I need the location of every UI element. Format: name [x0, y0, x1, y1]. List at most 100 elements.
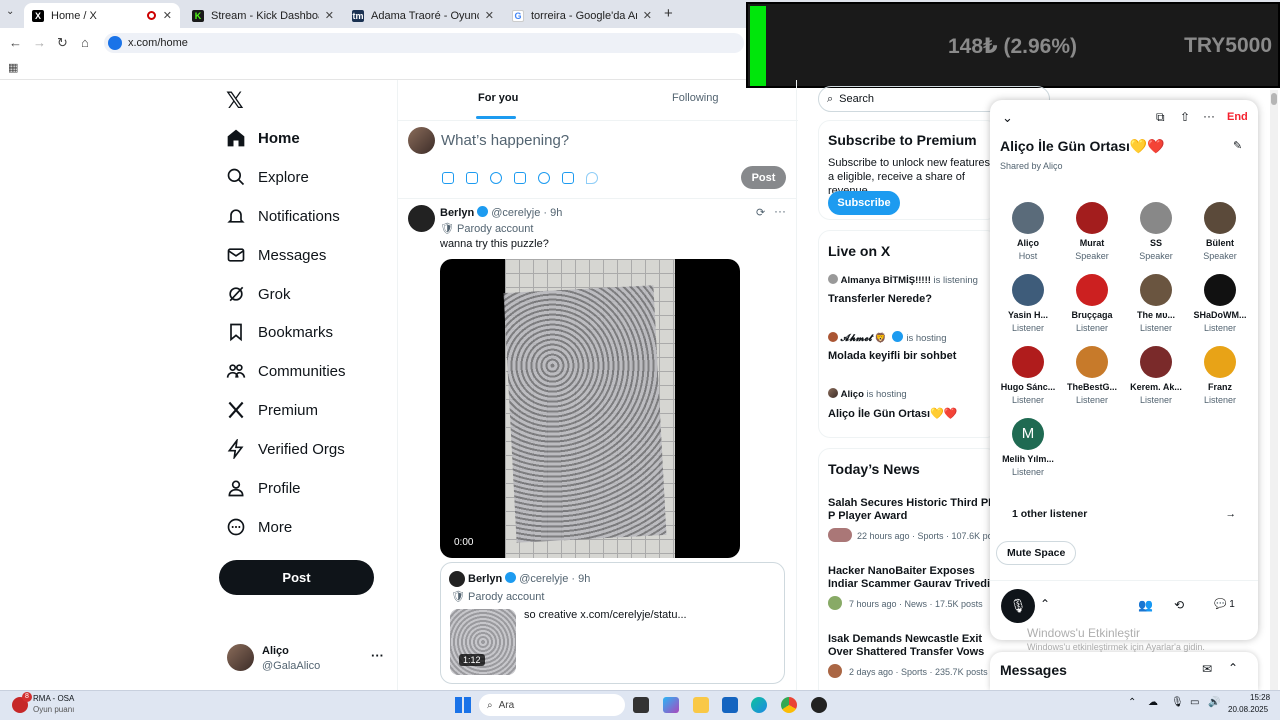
- grok-icon[interactable]: ⟳: [756, 206, 765, 219]
- retweet-icon[interactable]: ⟲: [1174, 598, 1184, 612]
- composer-input[interactable]: What’s happening?: [441, 132, 569, 149]
- tweet-time[interactable]: · 9h: [543, 207, 562, 219]
- reload-icon[interactable]: ↻: [57, 35, 68, 51]
- avatar[interactable]: [227, 644, 254, 671]
- listener-avatar[interactable]: TheBestG... Listener: [1060, 346, 1124, 405]
- sidebar-item-verified-orgs[interactable]: Verified Orgs: [226, 439, 345, 459]
- tab-transfermarkt[interactable]: tm Adama Traoré - Oyuncu profili 2 ✕: [344, 3, 502, 28]
- news-headline[interactable]: Salah Secures Historic Third PFA P Playe…: [828, 497, 993, 523]
- other-listener-row[interactable]: 1 other listener →: [998, 500, 1250, 528]
- account-menu-icon[interactable]: ···: [371, 648, 384, 663]
- speaker-avatar[interactable]: Murat Speaker: [1060, 202, 1124, 261]
- listener-avatar[interactable]: Kerem. Ak... Listener: [1124, 346, 1188, 405]
- forward-icon[interactable]: →: [33, 35, 46, 50]
- mic-tray-icon[interactable]: 🎙: [1171, 697, 1184, 708]
- windows-start-icon[interactable]: [455, 697, 471, 713]
- tweet-video[interactable]: 0:00: [440, 259, 740, 558]
- collapse-icon[interactable]: ⌄: [1002, 110, 1013, 126]
- close-icon[interactable]: ✕: [485, 9, 494, 22]
- speaker-avatar[interactable]: Aliço Host: [996, 202, 1060, 261]
- speaker-avatar[interactable]: Bülent Speaker: [1188, 202, 1252, 261]
- listener-avatar[interactable]: Hugo Sánc... Listener: [996, 346, 1060, 405]
- store-icon[interactable]: [722, 697, 738, 713]
- schedule-icon[interactable]: [562, 172, 574, 184]
- apps-grid-icon[interactable]: ▦: [8, 61, 18, 74]
- media-icon[interactable]: [442, 172, 454, 184]
- news-headline[interactable]: Hacker NanoBaiter Exposes Indiar Scammer…: [828, 565, 993, 591]
- sidebar-item-messages[interactable]: Messages: [226, 245, 326, 265]
- clock-time[interactable]: 15:28: [1250, 693, 1270, 702]
- tweet-handle[interactable]: @cerelyje: [491, 207, 540, 219]
- live-item[interactable]: Almanya BİTMİŞ!!!!! is listening: [828, 274, 978, 286]
- people-icon[interactable]: 👥: [1138, 598, 1153, 612]
- tab-list-icon[interactable]: ⌄: [6, 6, 14, 17]
- x-logo-icon[interactable]: 𝕏: [226, 88, 244, 114]
- more-icon[interactable]: ···: [774, 204, 786, 218]
- share-icon[interactable]: ⇧: [1180, 110, 1190, 124]
- listener-avatar[interactable]: M Melih Yılm... Listener: [996, 418, 1060, 477]
- tab-for-you[interactable]: For you: [478, 92, 518, 104]
- post-button[interactable]: Post: [219, 560, 374, 595]
- wifi-icon[interactable]: ▭: [1190, 697, 1199, 708]
- tab-following[interactable]: Following: [672, 92, 718, 104]
- file-explorer-icon[interactable]: [693, 697, 709, 713]
- scrollbar[interactable]: [1270, 90, 1278, 690]
- listener-avatar[interactable]: SHaDoWM... Listener: [1188, 274, 1252, 333]
- tab-google[interactable]: G torreira - Google'da Ara ✕: [504, 3, 660, 28]
- url-field[interactable]: x.com/home: [104, 33, 744, 53]
- edge-icon[interactable]: [751, 697, 767, 713]
- grok-icon[interactable]: [490, 172, 502, 184]
- messages-drawer[interactable]: Messages ✉ ⌃: [990, 652, 1258, 690]
- taskbar-search[interactable]: ⌕ Ara: [479, 694, 625, 716]
- edit-icon[interactable]: ✎: [1233, 139, 1242, 152]
- sidebar-item-home[interactable]: Home: [226, 128, 300, 148]
- listener-avatar[interactable]: Yasin H... Listener: [996, 274, 1060, 333]
- comments-button[interactable]: 💬 1: [1214, 599, 1235, 610]
- back-icon[interactable]: ←: [9, 35, 22, 50]
- gif-icon[interactable]: [466, 172, 478, 184]
- widget-title[interactable]: RMA - OSA: [33, 694, 74, 703]
- sidebar-item-more[interactable]: More: [226, 517, 292, 537]
- news-headline[interactable]: Isak Demands Newcastle Exit Over Shatter…: [828, 633, 993, 659]
- sidebar-item-explore[interactable]: Explore: [226, 167, 309, 187]
- tab-kick[interactable]: K Stream - Kick Dashboard ✕: [184, 3, 342, 28]
- listener-avatar[interactable]: The ᴍᴜ... Listener: [1124, 274, 1188, 333]
- listener-avatar[interactable]: Franz Listener: [1188, 346, 1252, 405]
- dock-icon[interactable]: ⧉: [1156, 110, 1165, 125]
- obs-icon[interactable]: [811, 697, 827, 713]
- mute-space-button[interactable]: Mute Space: [996, 541, 1077, 565]
- live-item[interactable]: Aliço is hosting: [828, 388, 907, 400]
- new-message-icon[interactable]: ✉: [1202, 662, 1212, 676]
- task-view-icon[interactable]: [633, 697, 649, 713]
- live-space-title[interactable]: Aliço İle Gün Ortası💛❤️: [828, 407, 957, 420]
- poll-icon[interactable]: [514, 172, 526, 184]
- microphone-button[interactable]: 🎙: [1001, 589, 1035, 623]
- home-button-icon[interactable]: ⌂: [81, 35, 89, 50]
- live-space-title[interactable]: Transferler Nerede?: [828, 293, 932, 305]
- site-info-icon[interactable]: [108, 36, 122, 50]
- live-space-title[interactable]: Molada keyifli bir sohbet: [828, 350, 956, 362]
- sidebar-item-grok[interactable]: Grok: [226, 284, 291, 304]
- tweet-author[interactable]: Berlyn: [440, 207, 474, 219]
- copilot-icon[interactable]: [663, 697, 679, 713]
- volume-icon[interactable]: 🔊: [1208, 697, 1220, 708]
- tab-home-x[interactable]: X Home / X ✕: [24, 3, 180, 28]
- expand-icon[interactable]: ⌃: [1228, 661, 1238, 675]
- close-icon[interactable]: ✕: [643, 9, 652, 22]
- composer-post-button[interactable]: Post: [741, 166, 786, 189]
- chevron-up-icon[interactable]: ⌃: [1040, 597, 1050, 611]
- listener-avatar[interactable]: Bruççaga Listener: [1060, 274, 1124, 333]
- sidebar-item-profile[interactable]: Profile: [226, 478, 301, 498]
- location-icon[interactable]: [586, 172, 598, 184]
- sidebar-item-communities[interactable]: Communities: [226, 361, 346, 381]
- sidebar-item-notifications[interactable]: Notifications: [226, 206, 340, 226]
- sidebar-item-premium[interactable]: Premium: [226, 400, 318, 420]
- live-item[interactable]: 𝓐𝓱𝓶𝓮𝓽 🦁 is hosting: [828, 331, 947, 344]
- tray-chevron-icon[interactable]: ⌃: [1128, 697, 1136, 708]
- close-icon[interactable]: ✕: [163, 9, 172, 22]
- emoji-icon[interactable]: [538, 172, 550, 184]
- subscribe-button[interactable]: Subscribe: [828, 191, 900, 215]
- end-space-button[interactable]: End: [1227, 111, 1248, 123]
- new-tab-button[interactable]: +: [664, 5, 673, 22]
- more-icon[interactable]: ···: [1203, 109, 1215, 123]
